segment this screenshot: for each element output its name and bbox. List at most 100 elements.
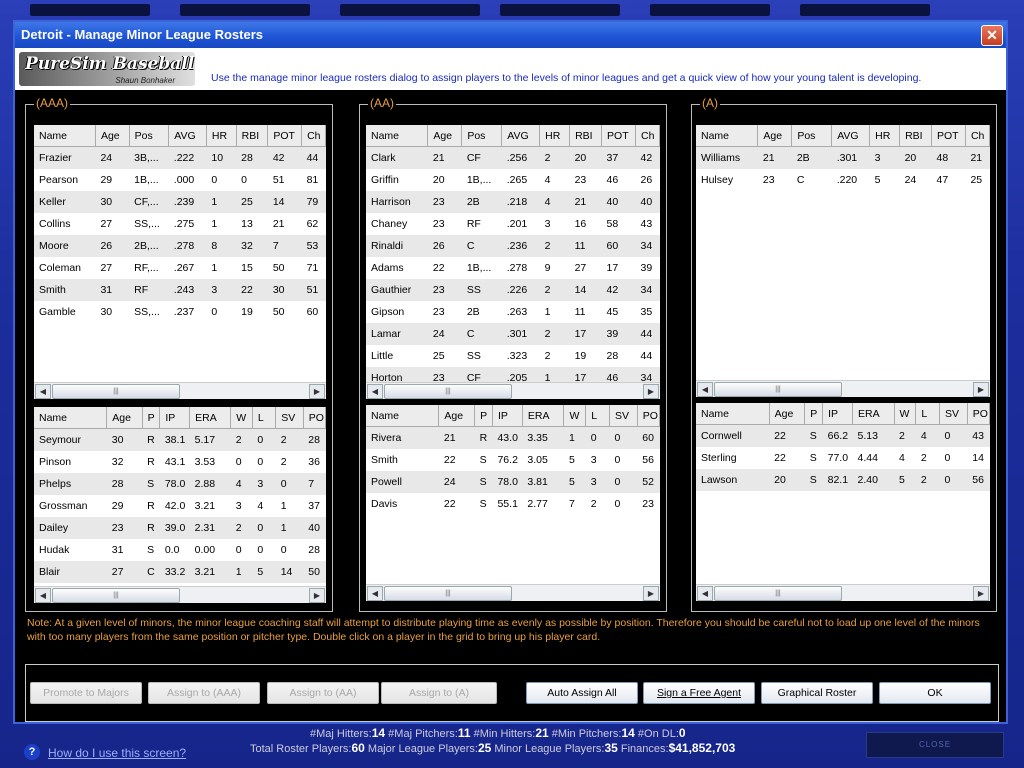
table-row[interactable]: Harrison 23 2B .218 4 21 40 40 (366, 191, 660, 213)
horizontal-scrollbar[interactable]: ◀ ||| ▶ (696, 380, 990, 397)
scroll-left-icon[interactable]: ◀ (35, 588, 51, 603)
scroll-left-icon[interactable]: ◀ (697, 586, 713, 601)
column-header-pot[interactable]: POT (931, 125, 966, 147)
help-link-text[interactable]: How do I use this screen? (48, 746, 186, 760)
table-row[interactable]: Lamar 24 C .301 2 17 39 44 (366, 323, 660, 345)
scroll-thumb[interactable]: ||| (714, 586, 842, 601)
close-button[interactable]: CLOSE (866, 732, 1004, 758)
column-header-p[interactable]: P (804, 403, 824, 425)
table-row[interactable]: Chaney 23 RF .201 3 16 58 43 (366, 213, 660, 235)
table-row[interactable]: Sterling 22 S 77.0 4.44 4 2 0 14 (696, 447, 990, 469)
scroll-thumb[interactable]: ||| (384, 586, 512, 601)
scroll-right-icon[interactable]: ▶ (973, 586, 989, 601)
column-header-rbi[interactable]: RBI (899, 125, 932, 147)
a-pitchers-grid[interactable]: Name Age P IP ERA W L SV PO Cornwell 22 S 66.2 5.13 2 4… (696, 403, 990, 601)
column-header-age[interactable]: Age (427, 125, 463, 147)
scroll-right-icon[interactable]: ▶ (973, 382, 989, 397)
table-row[interactable]: Davis 22 S 55.1 2.77 7 2 0 23 (366, 493, 660, 515)
table-row[interactable]: Rivera 21 R 43.0 3.35 1 0 0 60 (366, 426, 660, 449)
scroll-right-icon[interactable]: ▶ (643, 384, 659, 399)
column-header-l[interactable]: L (252, 407, 277, 429)
column-header-age[interactable]: Age (95, 125, 130, 147)
column-header-hr[interactable]: HR (869, 125, 901, 147)
column-header-ch[interactable]: Ch (301, 125, 326, 147)
column-header-sv[interactable]: SV (939, 403, 968, 425)
scroll-left-icon[interactable]: ◀ (367, 384, 383, 399)
table-row[interactable]: Adams 22 1B,... .278 9 27 17 39 (366, 257, 660, 279)
table-row[interactable]: Blair 27 C 33.2 3.21 1 5 14 50 (34, 561, 326, 583)
table-row[interactable]: Frazier 24 3B,... .222 10 28 42 44 (34, 146, 326, 169)
column-header-po[interactable]: PO (303, 407, 326, 429)
column-header-pot[interactable]: POT (601, 125, 636, 147)
column-header-w[interactable]: W (230, 407, 253, 429)
table-row[interactable]: Coleman 27 RF,... .267 1 15 50 71 (34, 257, 326, 279)
table-row[interactable]: Collins 27 SS,... .275 1 13 21 62 (34, 213, 326, 235)
table-row[interactable]: Moore 26 2B,... .278 8 32 7 53 (34, 235, 326, 257)
scroll-thumb[interactable]: ||| (714, 382, 842, 397)
column-header-name[interactable]: Name (34, 407, 108, 429)
aaa-pitchers-grid[interactable]: Name Age P IP ERA W L SV PO Seymour 30 R 38.1 5.17 2 0 2… (34, 407, 326, 603)
promote-button[interactable]: Promote to Majors (30, 682, 142, 704)
table-row[interactable]: Seymour 30 R 38.1 5.17 2 0 2 28 (34, 428, 326, 451)
column-header-era[interactable]: ERA (852, 403, 895, 425)
a-hitters-grid[interactable]: Name Age Pos AVG HR RBI POT Ch Williams 21 2B .301 3… (696, 125, 990, 397)
column-header-sv[interactable]: SV (275, 407, 304, 429)
column-header-hr[interactable]: HR (206, 125, 237, 147)
column-header-name[interactable]: Name (34, 125, 96, 147)
horizontal-scrollbar[interactable]: ◀ ||| ▶ (34, 586, 326, 603)
column-header-avg[interactable]: AVG (831, 125, 871, 147)
table-row[interactable]: Hudak 31 S 0.0 0.00 0 0 0 28 (34, 539, 326, 561)
horizontal-scrollbar[interactable]: ◀ ||| ▶ (34, 382, 326, 399)
table-row[interactable]: Pearson 29 1B,... .000 0 0 51 81 (34, 169, 326, 191)
column-header-l[interactable]: L (585, 405, 610, 427)
column-header-l[interactable]: L (915, 403, 940, 425)
column-header-name[interactable]: Name (696, 403, 770, 425)
table-row[interactable]: Lawson 20 S 82.1 2.40 5 2 0 56 (696, 469, 990, 491)
scroll-left-icon[interactable]: ◀ (367, 586, 383, 601)
column-header-avg[interactable]: AVG (168, 125, 207, 147)
column-header-name[interactable]: Name (366, 405, 440, 427)
table-row[interactable]: Pinson 32 R 43.1 3.53 0 0 2 36 (34, 451, 326, 473)
column-header-era[interactable]: ERA (522, 405, 565, 427)
column-header-name[interactable]: Name (366, 125, 429, 147)
column-header-age[interactable]: Age (757, 125, 793, 147)
column-header-p[interactable]: P (474, 405, 493, 427)
aa-hitters-grid[interactable]: Name Age Pos AVG HR RBI POT Ch Clark 21 CF .256 2 20 3… (366, 125, 660, 399)
column-header-w[interactable]: W (894, 403, 917, 425)
table-row[interactable]: Gipson 23 2B .263 1 11 45 35 (366, 301, 660, 323)
graphical-roster-button[interactable]: Graphical Roster (761, 682, 873, 704)
table-row[interactable]: Grossman 29 R 42.0 3.21 3 4 1 37 (34, 495, 326, 517)
scroll-right-icon[interactable]: ▶ (309, 588, 325, 603)
column-header-pos[interactable]: Pos (791, 125, 833, 147)
column-header-avg[interactable]: AVG (501, 125, 541, 147)
assign-aaa-button[interactable]: Assign to (AAA) (148, 682, 260, 704)
table-row[interactable]: Gamble 30 SS,... .237 0 19 50 60 (34, 301, 326, 323)
help-link[interactable]: ? How do I use this screen? (24, 744, 186, 760)
auto-assign-button[interactable]: Auto Assign All (526, 682, 638, 704)
table-row[interactable]: Griffin 20 1B,... .265 4 23 46 26 (366, 169, 660, 191)
table-row[interactable]: Williams 21 2B .301 3 20 48 21 (696, 146, 990, 169)
table-row[interactable]: Gauthier 23 SS .226 2 14 42 34 (366, 279, 660, 301)
scroll-right-icon[interactable]: ▶ (643, 586, 659, 601)
column-header-name[interactable]: Name (696, 125, 759, 147)
close-icon[interactable]: ✕ (981, 25, 1003, 46)
horizontal-scrollbar[interactable]: ◀ ||| ▶ (366, 584, 660, 601)
scroll-left-icon[interactable]: ◀ (35, 384, 51, 399)
column-header-rbi[interactable]: RBI (569, 125, 603, 147)
column-header-age[interactable]: Age (438, 405, 476, 427)
assign-aa-button[interactable]: Assign to (AA) (267, 682, 379, 704)
column-header-w[interactable]: W (563, 405, 587, 427)
column-header-ip[interactable]: IP (159, 407, 191, 429)
table-row[interactable]: Dailey 23 R 39.0 2.31 2 0 1 40 (34, 517, 326, 539)
table-row[interactable]: Cornwell 22 S 66.2 5.13 2 4 0 43 (696, 424, 990, 447)
column-header-era[interactable]: ERA (189, 407, 232, 429)
table-row[interactable]: Keller 30 CF,... .239 1 25 14 79 (34, 191, 326, 213)
column-header-hr[interactable]: HR (539, 125, 571, 147)
table-row[interactable]: Rinaldi 26 C .236 2 11 60 34 (366, 235, 660, 257)
column-header-p[interactable]: P (142, 407, 161, 429)
assign-a-button[interactable]: Assign to (A) (381, 682, 497, 704)
table-row[interactable]: Powell 24 S 78.0 3.81 5 3 0 52 (366, 471, 660, 493)
column-header-ch[interactable]: Ch (635, 125, 660, 147)
column-header-rbi[interactable]: RBI (236, 125, 269, 147)
column-header-ip[interactable]: IP (822, 403, 853, 425)
